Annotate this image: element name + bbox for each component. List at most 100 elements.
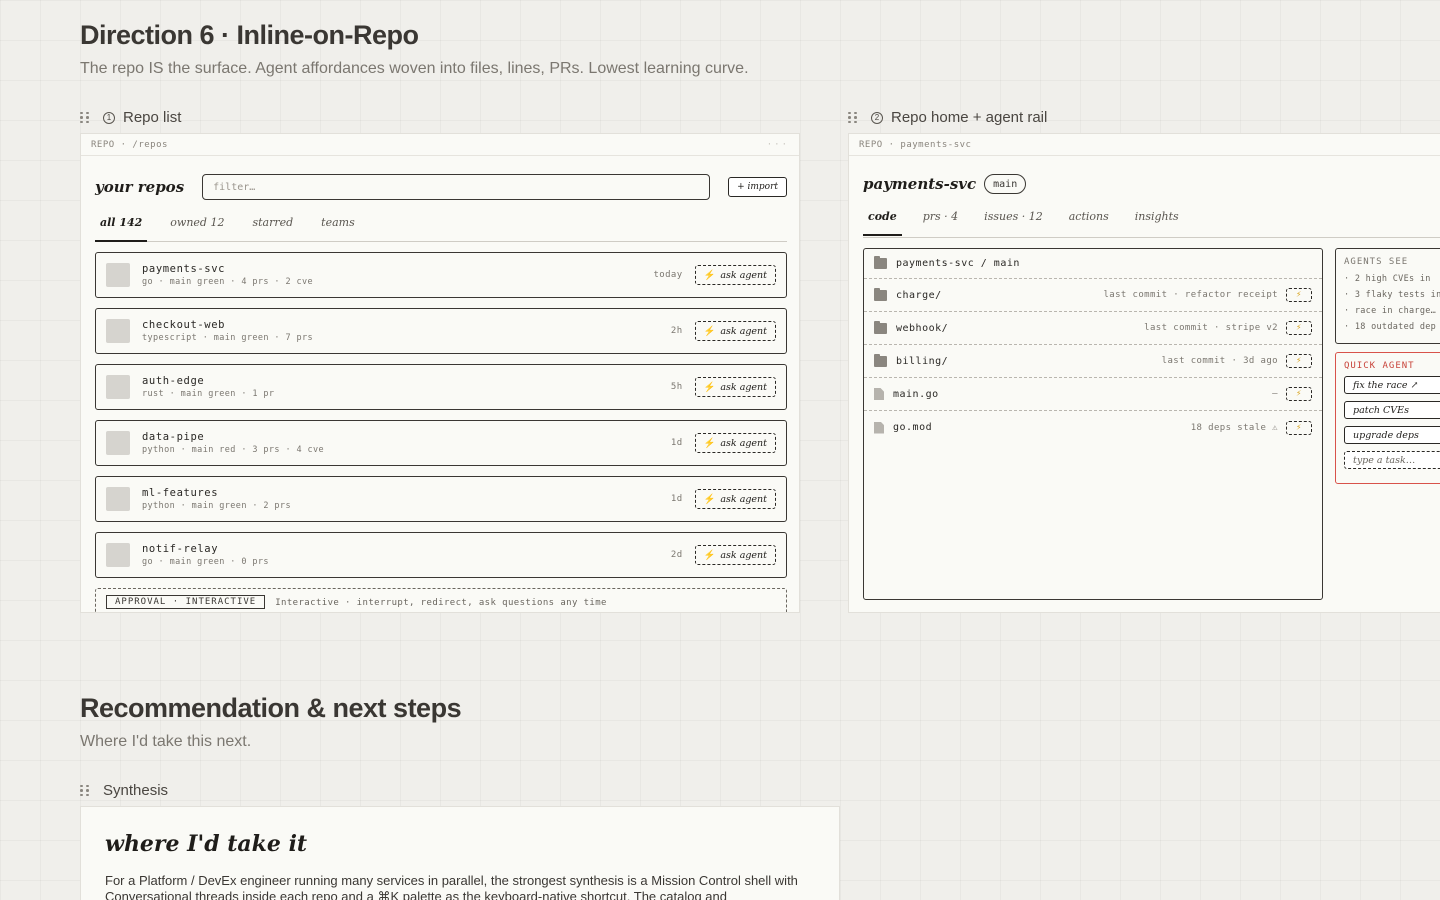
section-title: Recommendation & next steps [80, 693, 462, 723]
agents-see-item: · race in charge… [1344, 306, 1437, 316]
bolt-icon: ⚡ [703, 269, 716, 281]
more-icon[interactable]: ··· [767, 140, 789, 150]
task-input[interactable]: type a task… [1344, 451, 1440, 469]
drag-handle-icon[interactable] [80, 784, 89, 797]
repo-meta: go · main green · 4 prs · 2 cve [142, 277, 314, 287]
tab-code[interactable]: code [863, 210, 902, 236]
number-badge: 2 [871, 111, 883, 124]
ask-agent-label: ask agent [720, 493, 767, 505]
repo-list-card: REPO · /repos ··· your repos filter… + i… [80, 133, 800, 613]
repo-avatar [106, 487, 130, 511]
tab-starred[interactable]: starred [247, 216, 298, 242]
bolt-icon[interactable]: ⚡ [1286, 354, 1312, 368]
last-commit: last commit · 3d ago [1161, 356, 1278, 366]
bolt-icon: ⚡ [703, 381, 716, 393]
bolt-icon[interactable]: ⚡ [1286, 420, 1312, 435]
approval-badge[interactable]: APPROVAL · INTERACTIVE [106, 595, 266, 609]
file-name[interactable]: billing/ [896, 356, 1162, 367]
path-row: payments-svc / main [864, 249, 1322, 279]
import-button[interactable]: + import [728, 177, 787, 197]
branch-selector[interactable]: main [984, 174, 1027, 194]
file-row[interactable]: webhook/ last commit · stripe v2 ⚡ [864, 312, 1322, 345]
repo-avatar [106, 263, 130, 287]
repo-name: ml-features [142, 487, 219, 499]
tab-owned[interactable]: owned 12 [165, 216, 229, 242]
repo-row[interactable]: payments-svc go · main green · 4 prs · 2 … [95, 252, 787, 298]
repo-name: data-pipe [142, 431, 205, 443]
last-commit: – [1272, 389, 1278, 399]
ask-agent-button[interactable]: ⚡ ask agent [694, 265, 776, 285]
drag-handle-icon[interactable] [848, 111, 857, 124]
repo-time: 2d [670, 550, 683, 560]
repo-row[interactable]: auth-edge rust · main green · 1 pr 5h ⚡ as… [95, 364, 787, 410]
synthesis-text: For a Platform / DevEx engineer running … [105, 873, 798, 900]
file-name[interactable]: main.go [893, 389, 1272, 400]
ask-agent-button[interactable]: ⚡ ask agent [694, 321, 776, 341]
folder-icon [874, 353, 887, 367]
tab-actions[interactable]: actions [1064, 210, 1114, 236]
breadcrumb: REPO · payments-svc [849, 134, 1440, 156]
synthesis-card: where I'd take it For a Platform / DevEx… [80, 806, 840, 900]
repo-row[interactable]: checkout-web typescript · main green · 7 … [95, 308, 787, 354]
repo-time: 1d [670, 438, 683, 448]
repo-row[interactable]: notif-relay go · main green · 0 prs 2d ⚡ a… [95, 532, 787, 578]
bolt-icon: ⚡ [703, 493, 716, 505]
tab-insights[interactable]: insights [1130, 210, 1184, 236]
repo-name: auth-edge [142, 375, 205, 387]
upgrade-deps-button[interactable]: upgrade deps [1344, 426, 1440, 444]
bolt-icon[interactable]: ⚡ [1286, 288, 1312, 302]
drag-handle-icon[interactable] [80, 111, 89, 124]
repo-avatar [106, 543, 130, 567]
frame-label-synthesis: Synthesis [80, 782, 168, 799]
repo-name: checkout-web [142, 319, 226, 331]
repo-home-card: REPO · payments-svc payments-svc main co… [848, 133, 1440, 613]
bolt-icon: ⚡ [703, 549, 716, 561]
file-row[interactable]: charge/ last commit · refactor receipt ⚡ [864, 279, 1322, 312]
ask-agent-button[interactable]: ⚡ ask agent [694, 377, 776, 397]
repo-home-tabs: code prs · 4 issues · 12 actions insight… [863, 210, 1440, 238]
ask-agent-button[interactable]: ⚡ ask agent [694, 545, 776, 565]
frame-label-repo-list: 1 Repo list [80, 109, 181, 126]
repo-avatar [106, 375, 130, 399]
fix-race-button[interactable]: fix the race ↗ [1344, 376, 1440, 394]
repo-row[interactable]: data-pipe python · main red · 3 prs · 4 c… [95, 420, 787, 466]
file-row[interactable]: go.mod 18 deps stale ⚠ ⚡ [864, 411, 1322, 444]
repo-time: 1d [670, 494, 683, 504]
synthesis-title: where I'd take it [105, 831, 308, 857]
file-row[interactable]: billing/ last commit · 3d ago ⚡ [864, 345, 1322, 378]
folder-icon [874, 320, 887, 334]
repo-meta: python · main green · 2 prs [142, 501, 291, 511]
repo-time: today [653, 270, 683, 280]
agents-see-title: AGENTS SEE [1344, 257, 1409, 267]
bolt-icon[interactable]: ⚡ [1286, 321, 1312, 335]
agents-see-item: · 18 outdated dep [1344, 322, 1437, 332]
file-name[interactable]: webhook/ [896, 323, 1144, 334]
file-browser: payments-svc / main charge/ last commit … [863, 248, 1323, 600]
last-commit: 18 deps stale ⚠ [1190, 422, 1278, 433]
ask-agent-button[interactable]: ⚡ ask agent [694, 433, 776, 453]
tab-teams[interactable]: teams [316, 216, 360, 242]
ask-agent-label: ask agent [720, 325, 767, 337]
filter-input[interactable]: filter… [202, 174, 711, 200]
quick-agent-panel: QUICK AGENT fix the race ↗ patch CVEs up… [1335, 352, 1440, 484]
tab-prs[interactable]: prs · 4 [918, 210, 963, 236]
ask-agent-button[interactable]: ⚡ ask agent [694, 489, 776, 509]
approval-text: Interactive · interrupt, redirect, ask q… [275, 598, 607, 608]
repo-name: payments-svc [142, 263, 226, 275]
number-badge: 1 [103, 111, 115, 124]
approval-banner: APPROVAL · INTERACTIVE Interactive · int… [95, 588, 787, 612]
agents-see-item: · 3 flaky tests in [1344, 290, 1440, 300]
file-name[interactable]: go.mod [893, 422, 1191, 433]
tab-issues[interactable]: issues · 12 [979, 210, 1048, 236]
tab-all[interactable]: all 142 [95, 216, 148, 242]
repo-title: payments-svc [863, 175, 977, 193]
page-title: your repos [95, 178, 185, 196]
file-row[interactable]: main.go – ⚡ [864, 378, 1322, 411]
bolt-icon: ⚡ [703, 437, 716, 449]
ask-agent-label: ask agent [720, 437, 767, 449]
bolt-icon[interactable]: ⚡ [1286, 387, 1312, 401]
repo-row[interactable]: ml-features python · main green · 2 prs 1… [95, 476, 787, 522]
patch-cves-button[interactable]: patch CVEs [1344, 401, 1440, 419]
quick-agent-title: QUICK AGENT [1344, 361, 1415, 371]
file-name[interactable]: charge/ [896, 290, 1103, 301]
